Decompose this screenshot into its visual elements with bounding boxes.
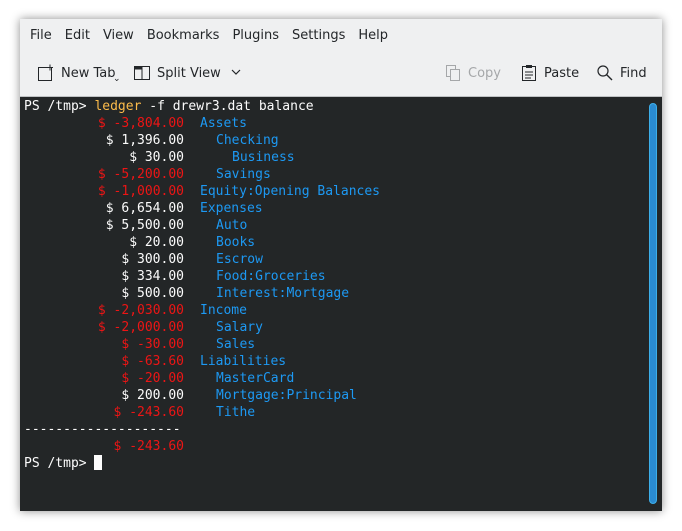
balance-amount: $ 1,396.00 [105,133,184,148]
prompt: PS /tmp> [24,99,95,114]
balance-row: $ -63.60 Liabilities [24,353,642,370]
new-tab-menu-arrow-icon[interactable]: ⌄ [113,74,121,84]
total-row: $ -243.60 [24,438,642,455]
terminal-output: PS /tmp> ledger -f drewr3.dat balance $ … [24,98,642,472]
balance-row: $ -30.00 Sales [24,336,642,353]
account-name: Mortgage:Principal [216,388,357,403]
menu-bookmarks[interactable]: Bookmarks [147,24,228,47]
account-name: Assets [200,116,247,131]
balance-row: $ -2,000.00 Salary [24,319,642,336]
command-args: -f drewr3.dat balance [141,99,314,114]
account-name: Sales [216,337,256,352]
balance-row: $ -1,000.00 Equity:Opening Balances [24,183,642,200]
account-name: Savings [216,167,271,182]
account-name: Income [200,303,247,318]
prompt-line: PS /tmp> [24,455,642,472]
menu-plugins[interactable]: Plugins [232,24,287,47]
find-button[interactable]: Find [596,62,647,84]
menu-edit[interactable]: Edit [65,24,98,47]
chevron-down-icon[interactable] [231,66,241,81]
balance-amount: $ 200.00 [121,388,184,403]
separator-line: -------------------- [24,422,181,437]
prompt: PS /tmp> [24,456,95,471]
account-name: Interest:Mortgage [216,286,350,301]
balance-amount: $ 300.00 [121,252,184,267]
balance-row: $ 1,396.00 Checking [24,132,642,149]
balance-amount: $ 500.00 [121,286,184,301]
copy-label: Copy [468,65,501,81]
text-cursor [94,455,103,470]
balance-row: $ -2,030.00 Income [24,302,642,319]
balance-amount: $ 30.00 [129,150,184,165]
terminal-window: File Edit View Bookmarks Plugins Setting… [20,19,662,511]
new-tab-button[interactable]: New Tab ⌄ [37,62,121,84]
paste-icon [520,64,538,82]
terminal-scrollbar[interactable] [649,103,657,504]
balance-amount: $ -2,030.00 [97,303,184,318]
account-name: Liabilities [200,354,287,369]
balance-row: $ 200.00 Mortgage:Principal [24,387,642,404]
balance-amount: $ -30.00 [121,337,184,352]
toolbar: New Tab ⌄ Split View Copy Paste Find [20,51,662,95]
balance-row: $ -243.60 Tithe [24,404,642,421]
split-view-icon [133,64,151,82]
balance-row: $ 500.00 Interest:Mortgage [24,285,642,302]
balance-row: $ 20.00 Books [24,234,642,251]
balance-amount: $ 6,654.00 [105,201,184,216]
paste-button[interactable]: Paste [520,62,579,84]
account-name: Food:Groceries [216,269,326,284]
copy-icon [444,64,462,82]
menu-help[interactable]: Help [358,24,396,47]
paste-label: Paste [544,65,580,81]
account-name: Business [232,150,295,165]
balance-row: $ 6,654.00 Expenses [24,200,642,217]
menu-view[interactable]: View [103,24,142,47]
total-amount: $ -243.60 [113,439,184,454]
balance-amount: $ 334.00 [121,269,184,284]
command-line: PS /tmp> ledger -f drewr3.dat balance [24,98,642,115]
balance-amount: $ -5,200.00 [97,167,184,182]
account-name: Books [216,235,256,250]
balance-row: $ 5,500.00 Auto [24,217,642,234]
balance-amount: $ 20.00 [129,235,184,250]
account-name: Tithe [216,405,256,420]
balance-row: $ -3,804.00 Assets [24,115,642,132]
account-name: Expenses [200,201,263,216]
split-view-label: Split View [157,65,221,81]
menu-bar: File Edit View Bookmarks Plugins Setting… [20,19,662,51]
balance-amount: $ -2,000.00 [97,320,184,335]
new-tab-label: New Tab [61,65,116,81]
balance-amount: $ -243.60 [113,405,184,420]
balance-row: $ 30.00 Business [24,149,642,166]
command-program: ledger [94,99,142,114]
balance-amount: $ 5,500.00 [105,218,184,233]
terminal-view[interactable]: PS /tmp> ledger -f drewr3.dat balance $ … [20,96,662,511]
balance-amount: $ -63.60 [121,354,184,369]
balance-row: $ -5,200.00 Savings [24,166,642,183]
balance-row: $ 300.00 Escrow [24,251,642,268]
balance-amount: $ -20.00 [121,371,184,386]
menu-file[interactable]: File [30,24,60,47]
account-name: Equity:Opening Balances [200,184,381,199]
find-label: Find [620,65,647,81]
split-view-button[interactable]: Split View [133,62,241,84]
balance-amount: $ -1,000.00 [97,184,184,199]
account-name: MasterCard [216,371,295,386]
balance-amount: $ -3,804.00 [97,116,184,131]
new-tab-icon [37,64,55,82]
account-name: Salary [216,320,263,335]
balance-row: $ -20.00 MasterCard [24,370,642,387]
account-name: Checking [216,133,279,148]
balance-row: $ 334.00 Food:Groceries [24,268,642,285]
copy-button[interactable]: Copy [444,62,501,84]
menu-settings[interactable]: Settings [292,24,353,47]
search-icon [596,64,614,82]
account-name: Escrow [216,252,263,267]
account-name: Auto [216,218,248,233]
